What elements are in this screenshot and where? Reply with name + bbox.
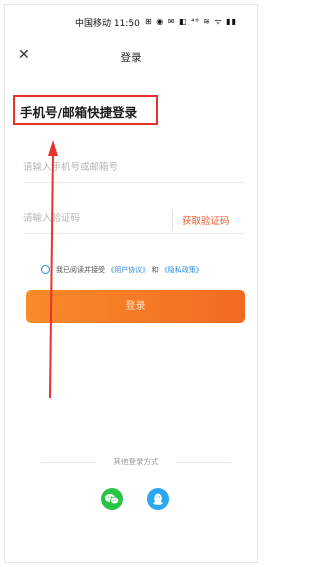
annotation-arrow (48, 140, 58, 399)
